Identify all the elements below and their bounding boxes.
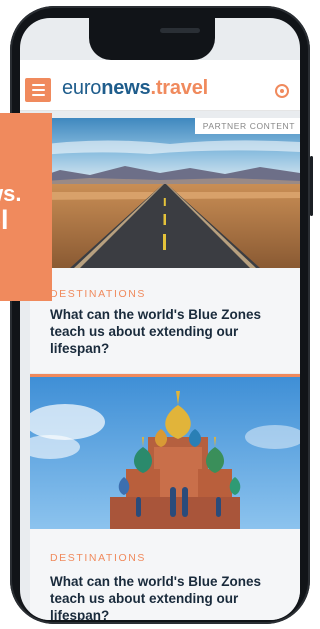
article-category[interactable]: DESTINATIONS bbox=[50, 288, 146, 300]
desert-road-illustration bbox=[30, 118, 300, 268]
article-title[interactable]: What can the world's Blue Zones teach us… bbox=[50, 573, 280, 620]
site-logo[interactable]: euronews.travel bbox=[62, 77, 208, 100]
article-image-desert-road[interactable]: PARTNER CONTENT bbox=[30, 118, 300, 268]
article-image-cathedral[interactable] bbox=[30, 377, 300, 529]
logo-news: news bbox=[101, 77, 151, 99]
hamburger-menu-icon[interactable] bbox=[25, 78, 51, 102]
overlay-line-2: el bbox=[0, 205, 9, 235]
article-card[interactable]: PARTNER CONTENT DESTINATIONS What can th… bbox=[30, 118, 300, 373]
partner-content-badge: PARTNER CONTENT bbox=[194, 118, 300, 134]
speaker-grille bbox=[160, 28, 200, 33]
phone-notch bbox=[89, 16, 215, 60]
article-title[interactable]: What can the world's Blue Zones teach us… bbox=[50, 306, 280, 357]
logo-euro: euro bbox=[62, 77, 102, 99]
overlay-brand-text: ws. el bbox=[0, 181, 22, 235]
brand-overlay-block: ws. el bbox=[0, 113, 52, 301]
power-button bbox=[310, 156, 313, 216]
logo-travel: .travel bbox=[150, 77, 208, 99]
article-category[interactable]: DESTINATIONS bbox=[50, 552, 146, 564]
overlay-line-1: ws. bbox=[0, 181, 22, 206]
article-card[interactable]: DESTINATIONS What can the world's Blue Z… bbox=[30, 374, 300, 620]
phone-screen: euronews.travel PARTNER CONTENT DESTINAT… bbox=[20, 18, 300, 620]
cathedral-illustration bbox=[30, 377, 300, 529]
record-circle-icon[interactable] bbox=[275, 84, 289, 98]
site-header: euronews.travel bbox=[20, 60, 300, 111]
